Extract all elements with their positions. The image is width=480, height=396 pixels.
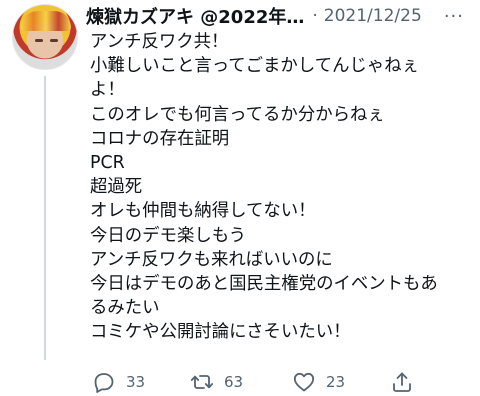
avatar-hair [21, 11, 71, 31]
tweet-text-line: よ！ [90, 80, 125, 101]
retweet-count: 63 [224, 373, 244, 391]
like-count: 23 [326, 373, 346, 391]
retweet-button[interactable]: 63 [190, 370, 292, 394]
share-button[interactable] [390, 370, 414, 394]
avatar-eye [50, 39, 58, 42]
tweet-text-line: アンチ反ワクも来ればいいのに [90, 249, 333, 270]
heart-icon [293, 372, 315, 392]
tweet-text-line: このオレでも何言ってるか分からねぇ [90, 104, 385, 125]
share-upload-icon [393, 372, 411, 392]
like-button[interactable]: 23 [292, 370, 390, 394]
reply-button[interactable]: 33 [92, 370, 190, 394]
tweet-text-line: PCR [90, 153, 125, 174]
tweet-header: 煉獄カズアキ @2022年… · 2021/12/25 ··· [86, 3, 472, 29]
display-name[interactable]: 煉獄カズアキ @2022年… [86, 3, 304, 29]
separator-dot: · [312, 6, 318, 26]
avatar-eye [35, 39, 43, 42]
tweet-text-line: るみたい [90, 298, 160, 319]
tweet-card[interactable]: 煉獄カズアキ @2022年… · 2021/12/25 ··· アンチ反ワク共！… [0, 0, 480, 396]
tweet-text-line: 小難しいこと言ってごまかしてんじゃねぇ [90, 56, 420, 77]
reply-bubble-icon [94, 373, 114, 393]
tweet-date[interactable]: 2021/12/25 [324, 6, 422, 26]
tweet-text-line: アンチ反ワク共！ [90, 32, 229, 52]
tweet-text: アンチ反ワク共！ 小難しいこと言ってごまかしてんじゃねぇ よ！ このオレでも何言… [90, 30, 474, 345]
tweet-text-line: 今日のデモ楽しもう [90, 225, 246, 246]
action-bar: 33 63 23 [92, 368, 464, 396]
retweet-arrows-icon [190, 375, 214, 389]
tweet-text-line: 超過死 [90, 177, 143, 198]
avatar[interactable] [12, 4, 78, 70]
reply-count: 33 [126, 373, 146, 391]
tweet-text-line: コロナの存在証明 [90, 128, 230, 149]
tweet-text-line: オレも仲間も納得してない！ [90, 201, 316, 222]
tweet-text-line: コミケや公開討論にさそいたい！ [90, 322, 351, 343]
tweet-text-line: 今日はデモのあと国民主権党のイベントもあ [90, 274, 438, 295]
thread-line [44, 76, 46, 360]
more-options-icon[interactable]: ··· [444, 6, 472, 27]
